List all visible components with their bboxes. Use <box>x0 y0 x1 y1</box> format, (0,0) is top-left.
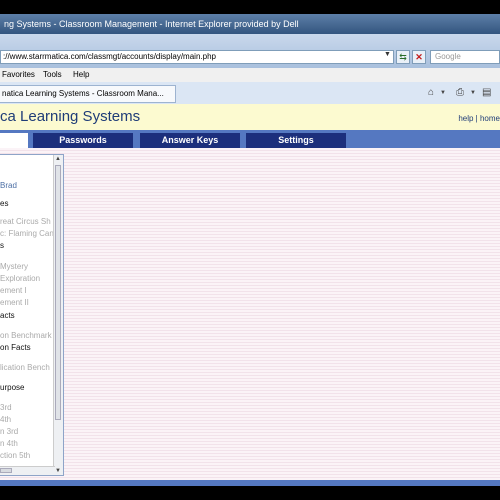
list-item[interactable]: Exploration <box>0 274 40 284</box>
scroll-down-icon[interactable]: ▼ <box>55 468 61 474</box>
scrollbar-thumb[interactable] <box>55 165 61 420</box>
list-item[interactable]: 4th <box>0 415 11 425</box>
chevron-down-icon[interactable]: ▼ <box>440 90 446 96</box>
print-icon[interactable]: ⎙ <box>456 87 464 98</box>
close-icon[interactable]: ✕ <box>412 50 426 64</box>
nav-tab-settings[interactable]: Settings <box>246 133 346 148</box>
home-icon[interactable]: ⌂ <box>428 87 434 98</box>
list-item[interactable]: n 4th <box>0 439 18 449</box>
student-list-panel: Brad es reat Circus Sh c: Flaming Can s … <box>0 154 64 476</box>
vertical-scrollbar[interactable]: ▲ ▼ <box>53 155 63 475</box>
page-icon[interactable]: ▤ <box>482 87 491 98</box>
list-item[interactable]: ement II <box>0 298 29 308</box>
nav-bar: Passwords Answer Keys Settings <box>0 130 500 148</box>
search-input[interactable]: Google <box>430 50 500 64</box>
home-link[interactable]: home <box>480 114 500 123</box>
url-field[interactable]: ://www.starrmatica.com/classmgt/accounts… <box>0 50 394 64</box>
chevron-down-icon[interactable]: ▼ <box>384 51 391 58</box>
help-link[interactable]: help <box>458 114 473 123</box>
browser-tab-bar: natica Learning Systems - Classroom Mana… <box>0 82 500 105</box>
site-header: ca Learning Systems help | home <box>0 104 500 130</box>
menu-favorites[interactable]: Favorites <box>2 68 35 82</box>
link-separator: | <box>475 114 478 123</box>
web-page: ca Learning Systems help | home Password… <box>0 104 500 486</box>
header-links: help | home <box>458 114 500 123</box>
menu-help[interactable]: Help <box>73 68 89 82</box>
site-title: ca Learning Systems <box>0 108 141 125</box>
list-item[interactable]: ement I <box>0 286 27 296</box>
list-item[interactable]: on Facts <box>0 343 31 353</box>
content-area: Brad es reat Circus Sh c: Flaming Can s … <box>0 148 500 486</box>
window-title: ng Systems - Classroom Management - Inte… <box>4 19 299 29</box>
menu-tools[interactable]: Tools <box>43 68 62 82</box>
address-bar: ://www.starrmatica.com/classmgt/accounts… <box>0 34 500 68</box>
nav-tab-passwords[interactable]: Passwords <box>33 133 133 148</box>
chevron-down-icon[interactable]: ▼ <box>470 90 476 96</box>
list-item[interactable]: urpose <box>0 383 24 393</box>
list-item[interactable]: es <box>0 199 8 209</box>
scroll-up-icon[interactable]: ▲ <box>55 156 61 162</box>
nav-tab-answer-keys[interactable]: Answer Keys <box>140 133 240 148</box>
list-item[interactable]: c: Flaming Can <box>0 229 54 239</box>
list-item[interactable]: Brad <box>0 181 17 191</box>
refresh-icon[interactable]: ⇆ <box>396 50 410 64</box>
list-item[interactable]: on Benchmark <box>0 331 52 341</box>
footer-bar <box>0 480 500 486</box>
list-item[interactable]: n 3rd <box>0 427 18 437</box>
list-item[interactable]: 3rd <box>0 403 12 413</box>
menu-bar: Favorites Tools Help <box>0 68 500 83</box>
list-item[interactable]: lication Bench <box>0 363 50 373</box>
list-item[interactable]: acts <box>0 311 15 321</box>
horizontal-scrollbar[interactable] <box>0 466 55 475</box>
window-title-bar: ng Systems - Classroom Management - Inte… <box>0 14 500 34</box>
list-item[interactable]: ction 5th <box>0 451 30 461</box>
list-item[interactable]: s <box>0 241 4 251</box>
list-item[interactable]: reat Circus Sh <box>0 217 51 227</box>
nav-tab-active[interactable] <box>0 133 28 148</box>
browser-window: ng Systems - Classroom Management - Inte… <box>0 14 500 486</box>
browser-tab[interactable]: natica Learning Systems - Classroom Mana… <box>0 85 176 103</box>
list-item[interactable]: Mystery <box>0 262 28 272</box>
scrollbar-thumb[interactable] <box>0 468 12 473</box>
